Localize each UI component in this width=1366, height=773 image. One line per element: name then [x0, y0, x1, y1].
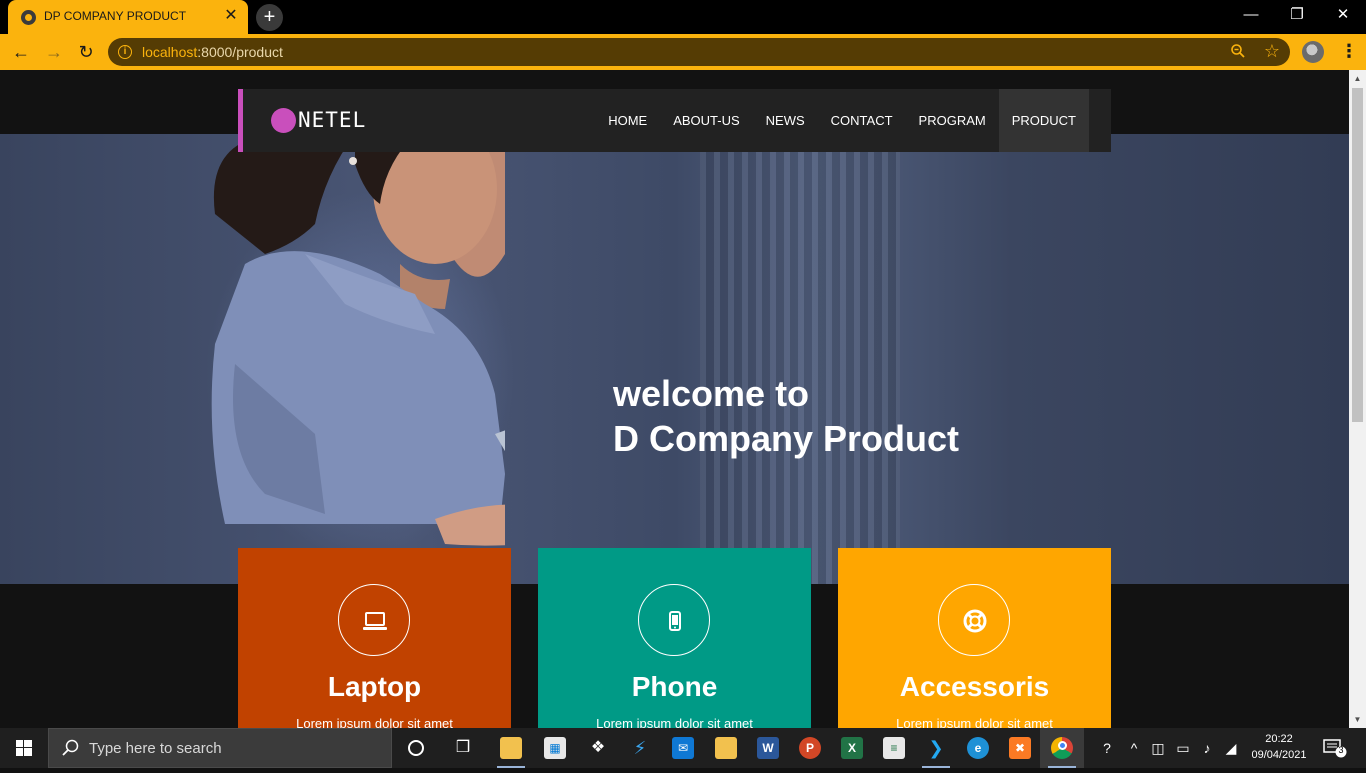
hero-title-line2: D Company Product — [613, 418, 960, 459]
globe-icon — [21, 10, 36, 25]
card-title: Laptop — [327, 671, 422, 702]
visual-studio-icon[interactable]: ⚡ — [618, 728, 662, 768]
hero-banner: welcome to D Company Product — [0, 134, 1349, 584]
nav-item-news[interactable]: NEWS — [753, 89, 818, 152]
help-icon[interactable]: ? — [1096, 738, 1118, 758]
browser-titlebar: DP COMPANY PRODUCT ✕ + — ❐ ✕ — [0, 0, 1366, 34]
meet-now-icon[interactable]: ◫ — [1150, 738, 1166, 758]
card-text: Lorem ipsum dolor sit amet — [896, 716, 1053, 728]
phone-icon — [638, 584, 710, 656]
hero-title: welcome to D Company Product — [613, 371, 959, 461]
zoom-icon[interactable] — [1230, 43, 1246, 64]
url-text[interactable]: localhost:8000/product — [142, 44, 283, 60]
browser-toolbar: ← → ↻ i localhost:8000/product ☆ ⋮ — [0, 34, 1366, 70]
clock-date: 09/04/2021 — [1251, 749, 1307, 761]
card-title: Accessoris — [899, 671, 1050, 702]
file-explorer-icon[interactable] — [489, 728, 533, 768]
hero-background-door — [700, 134, 900, 584]
forward-arrow-icon[interactable]: → — [42, 40, 66, 64]
taskbar-search-box[interactable]: Type here to search — [48, 728, 392, 768]
logo-circle-icon — [271, 108, 296, 133]
clock-time: 20:22 — [1265, 733, 1293, 745]
notification-count: 3 — [1338, 745, 1344, 755]
laptop-icon — [338, 584, 410, 656]
word-icon[interactable]: W — [746, 728, 790, 768]
lifebuoy-icon — [938, 584, 1010, 656]
notifications-icon[interactable]: 3 — [1322, 738, 1348, 758]
scroll-thumb[interactable] — [1352, 88, 1363, 422]
windows-start-icon[interactable] — [0, 728, 48, 768]
task-view-icon[interactable]: ❒ — [441, 728, 485, 768]
search-placeholder: Type here to search — [89, 740, 222, 757]
dropbox-icon[interactable]: ❖ — [576, 728, 620, 768]
app-icon[interactable]: ≡ — [872, 728, 916, 768]
volume-icon[interactable]: ♪ — [1198, 738, 1216, 758]
scroll-down-arrow-icon[interactable]: ▼ — [1349, 711, 1366, 728]
mail-icon[interactable]: ✉ — [661, 728, 705, 768]
close-tab-icon[interactable]: ✕ — [222, 7, 240, 25]
restore-button[interactable]: ❐ — [1274, 0, 1320, 30]
nav-item-about-us[interactable]: ABOUT-US — [660, 89, 752, 152]
new-tab-button[interactable]: + — [256, 4, 283, 31]
xampp-icon[interactable]: ✖ — [998, 728, 1042, 768]
windows-taskbar: Type here to search ❒ ▦ ❖ ⚡ ✉ W P X ≡ ❯ … — [0, 728, 1366, 768]
network-icon[interactable]: ◢ — [1222, 738, 1240, 758]
profile-avatar[interactable] — [1302, 41, 1324, 63]
page-scrollbar[interactable]: ▲ ▼ — [1349, 70, 1366, 728]
chevron-up-icon[interactable]: ^ — [1126, 738, 1142, 758]
card-text: Lorem ipsum dolor sit amet — [296, 716, 453, 728]
nav-item-program[interactable]: PROGRAM — [906, 89, 999, 152]
hero-title-line1: welcome to — [613, 373, 810, 414]
info-icon[interactable]: i — [118, 45, 132, 59]
tab-title: DP COMPANY PRODUCT — [44, 9, 187, 23]
search-icon — [62, 739, 79, 756]
address-bar[interactable]: i localhost:8000/product ☆ — [108, 38, 1290, 66]
card-title: Phone — [631, 671, 718, 702]
back-arrow-icon[interactable]: ← — [9, 40, 33, 64]
vscode-icon[interactable]: ❯ — [914, 728, 958, 768]
nav-menu: HOME ABOUT-US NEWS CONTACT PROGRAM PRODU… — [595, 89, 1089, 152]
nav-item-contact[interactable]: CONTACT — [818, 89, 906, 152]
bookmark-star-icon[interactable]: ☆ — [1264, 41, 1280, 62]
minimize-button[interactable]: — — [1228, 0, 1274, 30]
web-page: welcome to D Company Product NETEL HOME … — [0, 70, 1349, 728]
product-card-laptop[interactable]: Laptop Lorem ipsum dolor sit amet — [238, 548, 511, 728]
taskbar-clock[interactable]: 20:22 09/04/2021 — [1248, 731, 1310, 763]
chrome-icon[interactable] — [1040, 728, 1084, 768]
edge-icon[interactable]: e — [956, 728, 1000, 768]
nav-item-home[interactable]: HOME — [595, 89, 660, 152]
store-icon[interactable]: ▦ — [533, 728, 577, 768]
card-text: Lorem ipsum dolor sit amet — [596, 716, 753, 728]
site-navbar: NETEL HOME ABOUT-US NEWS CONTACT PROGRAM… — [238, 89, 1111, 152]
app-icon[interactable] — [704, 728, 748, 768]
product-card-accessoris[interactable]: Accessoris Lorem ipsum dolor sit amet — [838, 548, 1111, 728]
powerpoint-icon[interactable]: P — [788, 728, 832, 768]
woman-with-tablet-image — [211, 134, 505, 546]
cortana-icon[interactable] — [394, 728, 438, 768]
product-card-phone[interactable]: Phone Lorem ipsum dolor sit amet — [538, 548, 811, 728]
battery-icon[interactable]: ▭ — [1174, 738, 1192, 758]
browser-tab[interactable]: DP COMPANY PRODUCT ✕ — [8, 0, 248, 34]
reload-icon[interactable]: ↻ — [74, 40, 98, 64]
site-logo[interactable]: NETEL — [298, 108, 366, 133]
nav-item-product[interactable]: PRODUCT — [998, 89, 1089, 152]
excel-icon[interactable]: X — [830, 728, 874, 768]
browser-menu-icon[interactable]: ⋮ — [1340, 40, 1358, 64]
close-window-button[interactable]: ✕ — [1320, 0, 1366, 30]
scroll-up-arrow-icon[interactable]: ▲ — [1349, 70, 1366, 87]
